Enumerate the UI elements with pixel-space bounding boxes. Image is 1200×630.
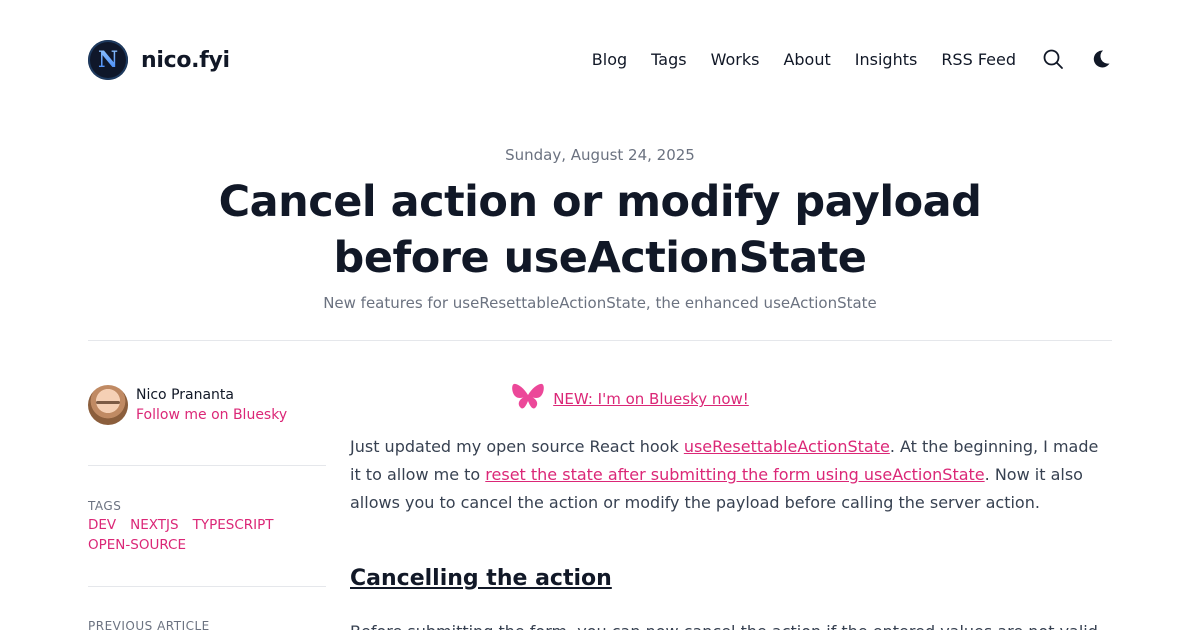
previous-article-label: PREVIOUS ARTICLE — [88, 619, 210, 630]
tag-nextjs[interactable]: NEXTJS — [130, 515, 178, 535]
post-date: Sunday, August 24, 2025 — [505, 146, 695, 164]
post-title: Cancel action or modify payload before u… — [218, 177, 982, 283]
nav-tags[interactable]: Tags — [651, 50, 686, 69]
main-nav: Blog Tags Works About Insights RSS Feed — [568, 48, 1112, 70]
intro-paragraph: Just updated my open source React hook u… — [350, 437, 1099, 512]
author-card: Nico Prananta Follow me on Bluesky — [88, 385, 287, 425]
tags-label: TAGS — [88, 499, 122, 513]
follow-bluesky-link[interactable]: Follow me on Bluesky — [136, 405, 287, 425]
author-name: Nico Prananta — [136, 387, 234, 403]
nav-rss-feed[interactable]: RSS Feed — [941, 50, 1016, 69]
tag-list: DEV NEXTJS TYPESCRIPT OPEN-SOURCE — [88, 515, 326, 555]
nav-works[interactable]: Works — [711, 50, 760, 69]
site-header: N nico.fyi Blog Tags Works About Insight… — [88, 40, 1112, 80]
bluesky-link[interactable]: NEW: I'm on Bluesky now! — [553, 390, 749, 408]
divider — [88, 340, 1112, 341]
post-subtitle: New features for useResettableActionStat… — [323, 294, 877, 312]
nav-insights[interactable]: Insights — [855, 50, 918, 69]
reset-state-link[interactable]: reset the state after submitting the for… — [485, 465, 984, 484]
nav-blog[interactable]: Blog — [592, 50, 627, 69]
hook-link[interactable]: useResettableActionState — [684, 437, 890, 456]
divider — [88, 465, 326, 466]
section-paragraph: Before submitting the form, you can now … — [350, 618, 1112, 630]
site-name: nico.fyi — [141, 47, 230, 73]
section-heading[interactable]: Cancelling the action — [350, 566, 612, 591]
site-logo-link[interactable]: N nico.fyi — [88, 40, 230, 80]
tag-typescript[interactable]: TYPESCRIPT — [193, 515, 274, 535]
logo-icon: N — [88, 40, 128, 80]
divider — [88, 586, 326, 587]
avatar — [88, 385, 128, 425]
nav-about[interactable]: About — [783, 50, 830, 69]
tag-open-source[interactable]: OPEN-SOURCE — [88, 535, 186, 555]
butterfly-icon — [511, 382, 545, 416]
search-icon[interactable] — [1042, 48, 1064, 70]
bluesky-banner: NEW: I'm on Bluesky now! — [350, 382, 910, 416]
tag-dev[interactable]: DEV — [88, 515, 116, 535]
moon-icon[interactable] — [1090, 48, 1112, 70]
